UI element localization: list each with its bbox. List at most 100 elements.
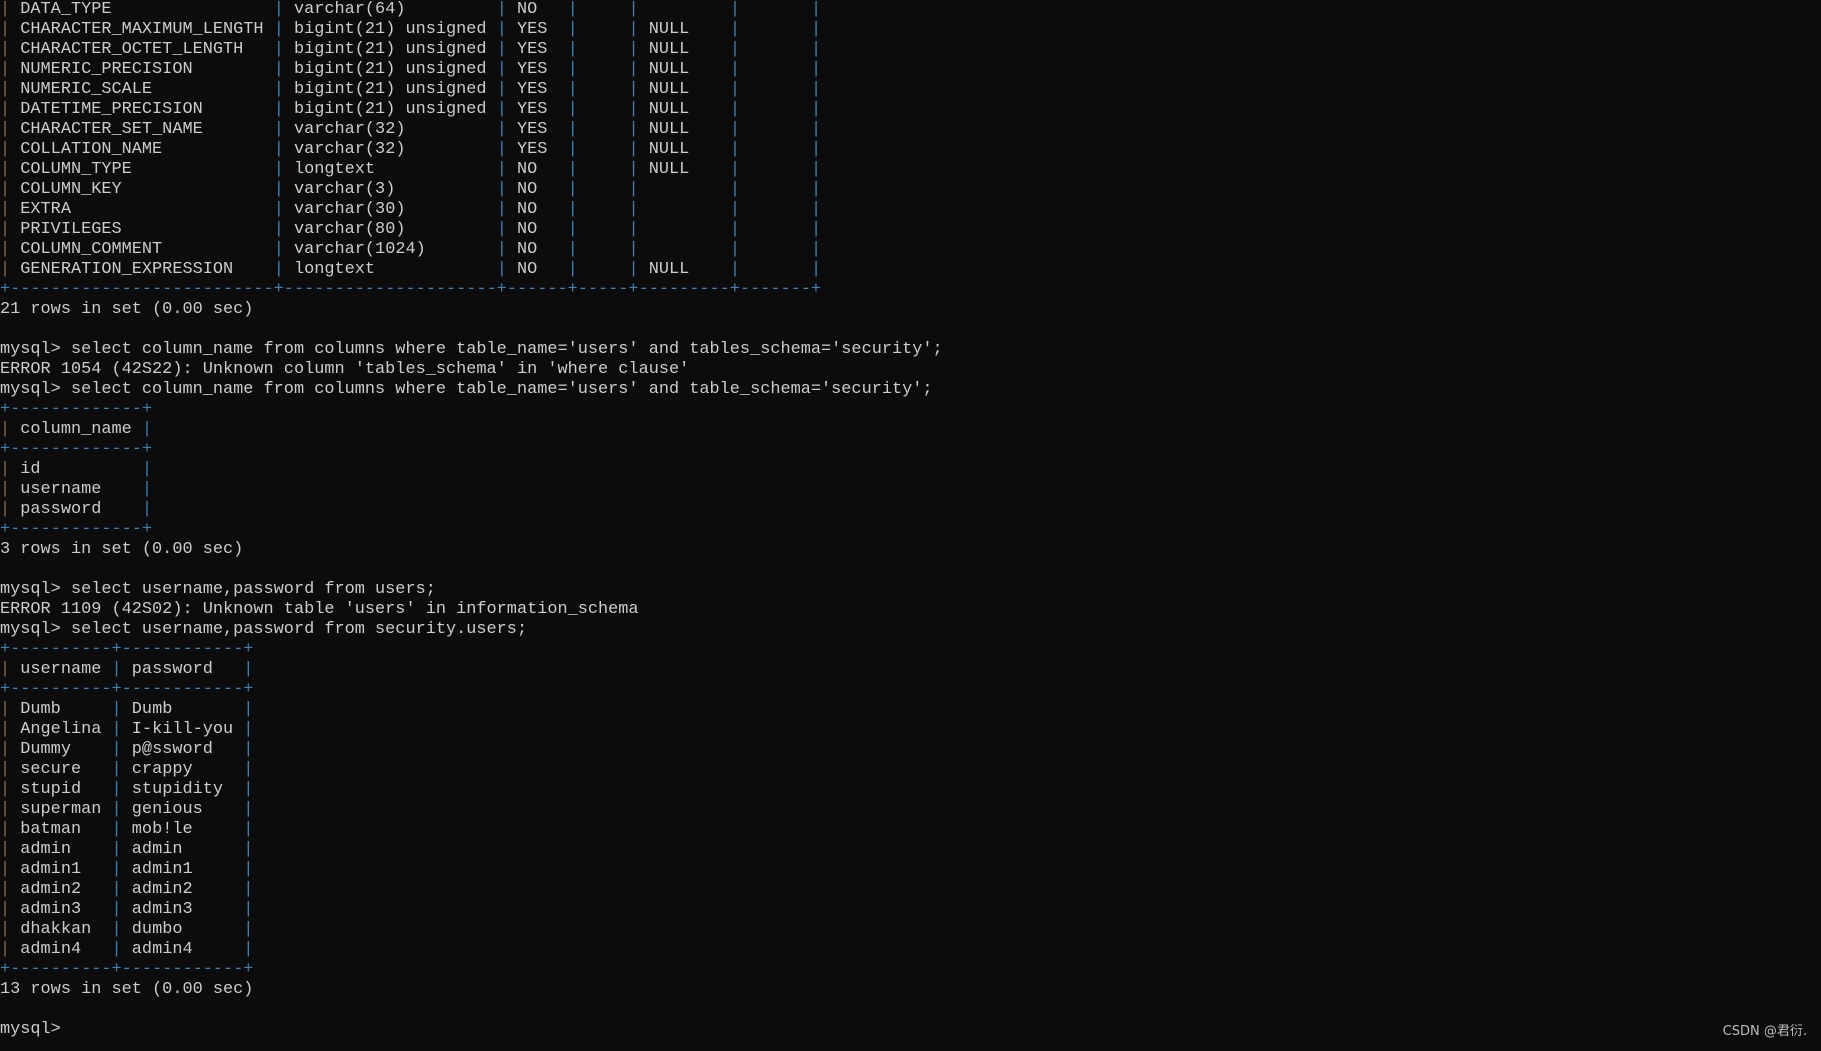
cell-text: Dummy	[10, 740, 112, 759]
error-line: ERROR 1054 (42S22): Unknown column 'tabl…	[0, 360, 1821, 380]
table-row: | DATA_TYPE | varchar(64) | NO | | | |	[0, 0, 1821, 20]
table-border: |	[567, 200, 578, 219]
table-border: +-------------+	[0, 520, 153, 539]
cell-text: NO	[506, 160, 568, 179]
table-border: |	[0, 500, 11, 519]
table-border: |	[0, 240, 11, 259]
table-border: |	[810, 200, 822, 219]
table-border: |	[0, 80, 11, 99]
command-line: mysql> select column_name from columns w…	[0, 380, 1821, 400]
cell-text: mob!le	[121, 820, 244, 839]
cell-text: admin2	[10, 880, 112, 899]
table-border: |	[141, 420, 153, 439]
cell-text: DATETIME_PRECISION	[10, 100, 274, 119]
table-row: | CHARACTER_OCTET_LENGTH | bigint(21) un…	[0, 40, 1821, 60]
table-border: |	[273, 60, 284, 79]
cell-text: longtext	[283, 160, 497, 179]
table-row: | NUMERIC_PRECISION | bigint(21) unsigne…	[0, 60, 1821, 80]
table-border: |	[0, 940, 11, 959]
table-border: |	[111, 740, 122, 759]
cell-text: varchar(30)	[283, 200, 497, 219]
table-row: | admin4 | admin4 |	[0, 940, 1821, 960]
table-border: |	[0, 860, 11, 879]
table-border: |	[243, 700, 254, 719]
cell-text	[740, 240, 811, 259]
terminal-window[interactable]: | DATA_TYPE | varchar(64) | NO | | | | | …	[0, 0, 1821, 1051]
cell-text: admin4	[10, 940, 112, 959]
cell-text: I-kill-you	[121, 720, 244, 739]
table-border: |	[567, 180, 578, 199]
table-border-line: +-------------+	[0, 440, 1821, 460]
cell-text	[639, 0, 730, 19]
table-border: |	[273, 80, 284, 99]
cell-text	[578, 60, 629, 79]
table-border: |	[810, 260, 822, 279]
output-line: 3 rows in set (0.00 sec)	[0, 540, 1821, 560]
table-row: | Dumb | Dumb |	[0, 700, 1821, 720]
cell-text: EXTRA	[10, 200, 274, 219]
table-border: |	[0, 460, 11, 479]
cell-text: varchar(1024)	[283, 240, 497, 259]
table-border: |	[810, 20, 822, 39]
cell-text: mysql>	[0, 1020, 71, 1039]
cell-text: admin4	[121, 940, 244, 959]
cell-text	[740, 80, 811, 99]
cell-text: NULL	[638, 120, 730, 139]
table-row: | PRIVILEGES | varchar(80) | NO | | | |	[0, 220, 1821, 240]
table-border: |	[496, 180, 507, 199]
table-border: |	[0, 800, 11, 819]
table-border: |	[111, 880, 122, 899]
table-border-line: +-------------+	[0, 400, 1821, 420]
table-border: |	[810, 220, 822, 239]
cell-text: bigint(21) unsigned	[283, 80, 497, 99]
cell-text: genious	[121, 800, 244, 819]
table-row: | GENERATION_EXPRESSION | longtext | NO …	[0, 260, 1821, 280]
cell-text: COLUMN_KEY	[10, 180, 274, 199]
table-border: |	[0, 920, 11, 939]
table-border: |	[111, 860, 122, 879]
cell-text: superman	[10, 800, 112, 819]
cell-text: COLUMN_TYPE	[10, 160, 274, 179]
table-border: |	[628, 80, 639, 99]
table-border: +----------+------------+	[0, 680, 254, 699]
table-border: |	[243, 920, 254, 939]
cell-text: NULL	[638, 260, 730, 279]
table-border: |	[729, 140, 740, 159]
output-line: 13 rows in set (0.00 sec)	[0, 980, 1821, 1000]
cell-text	[578, 240, 629, 259]
table-border: |	[628, 120, 639, 139]
table-border: |	[243, 660, 254, 679]
table-border: |	[0, 220, 11, 239]
cell-text	[740, 220, 811, 239]
table-border: |	[273, 120, 284, 139]
cell-text: NULL	[638, 60, 730, 79]
table-border: |	[141, 480, 153, 499]
cell-text	[578, 180, 629, 199]
table-border: |	[0, 700, 11, 719]
cell-text	[740, 140, 811, 159]
cell-text: YES	[506, 80, 568, 99]
table-border: |	[0, 160, 11, 179]
table-border: |	[0, 120, 11, 139]
table-border: |	[496, 240, 507, 259]
cell-text: ERROR 1109 (42S02): Unknown table 'users…	[0, 600, 639, 619]
table-border-line: +-------------+	[0, 520, 1821, 540]
cell-text: mysql> select username,password from sec…	[0, 620, 528, 639]
cell-text: NUMERIC_PRECISION	[10, 60, 274, 79]
table-border: |	[496, 80, 507, 99]
table-border: |	[243, 840, 254, 859]
cell-text: YES	[506, 120, 568, 139]
cell-text	[639, 200, 730, 219]
cell-text: NULL	[638, 140, 730, 159]
table-border: |	[111, 900, 122, 919]
cell-text	[639, 220, 730, 239]
table-border: |	[729, 180, 740, 199]
table-border: |	[111, 660, 122, 679]
table-border: |	[496, 200, 507, 219]
table-border: |	[111, 800, 122, 819]
cell-text: NULL	[638, 100, 730, 119]
cell-text: varchar(3)	[283, 180, 497, 199]
cell-text: NO	[506, 240, 568, 259]
command-line: mysql> select column_name from columns w…	[0, 340, 1821, 360]
